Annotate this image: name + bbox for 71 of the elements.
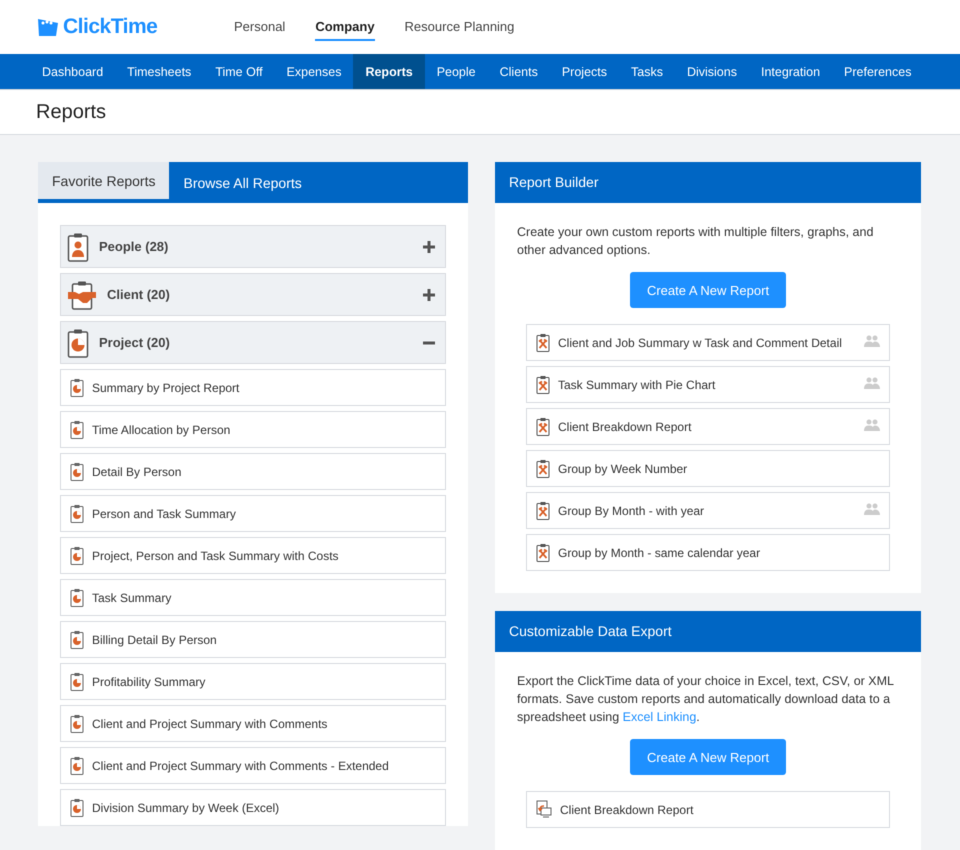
tools-clipboard-icon: [536, 333, 550, 352]
page-title: Reports: [36, 100, 108, 125]
nav-tab[interactable]: People: [424, 54, 488, 89]
tools-clipboard-icon: [536, 543, 550, 562]
top-tab[interactable]: Personal: [234, 13, 286, 41]
nav-tab[interactable]: Tasks: [619, 54, 675, 89]
category-header[interactable]: People (28): [60, 225, 446, 268]
report-item[interactable]: Person and Task Summary: [60, 495, 446, 532]
nav-tab[interactable]: Clients: [488, 54, 550, 89]
top-tab[interactable]: Company: [315, 13, 375, 41]
report-item[interactable]: Task Summary with Pie Chart: [526, 366, 890, 403]
report-item[interactable]: Client and Project Summary with Comments: [60, 705, 446, 742]
tools-clipboard-icon: [536, 459, 550, 478]
report-item[interactable]: Group By Month - with year: [526, 492, 890, 529]
report-item[interactable]: Profitability Summary: [60, 663, 446, 700]
nav-tab[interactable]: Preferences: [832, 54, 924, 89]
nav-tab[interactable]: Time Off: [203, 54, 275, 89]
expand-icon[interactable]: [423, 288, 435, 300]
pie-chart-clipboard-icon: [70, 756, 84, 775]
top-tab[interactable]: Resource Planning: [404, 13, 514, 41]
nav-tab[interactable]: Divisions: [674, 54, 749, 89]
report-item[interactable]: Client Breakdown Report: [526, 408, 890, 445]
report-item[interactable]: Time Allocation by Person: [60, 411, 446, 448]
monitor-arrow-icon: [536, 800, 552, 819]
pie-chart-clipboard-icon: [70, 672, 84, 691]
pie-chart-clipboard-icon: [70, 462, 84, 481]
report-item[interactable]: Task Summary: [60, 579, 446, 616]
pie-chart-clipboard-icon: [70, 504, 84, 523]
pie-chart-clipboard-icon: [70, 630, 84, 649]
panel-description: Create your own custom reports with multiple filters, graphs, and other advanced options.: [517, 224, 874, 259]
category-header[interactable]: Client (20): [60, 273, 446, 316]
pie-chart-clipboard-icon: [70, 420, 84, 439]
report-item[interactable]: Division Summary by Week (Excel): [60, 789, 446, 826]
report-item[interactable]: Client and Job Summary w Task and Comment Detail: [526, 324, 890, 361]
report-tab[interactable]: Browse All Reports: [169, 162, 316, 203]
people-icon: [864, 377, 880, 389]
panel-title: Report Builder: [495, 162, 921, 203]
logo-icon: [36, 16, 60, 38]
report-item[interactable]: Project, Person and Task Summary with Costs: [60, 537, 446, 574]
pie-chart-clipboard-icon: [70, 546, 84, 565]
nav-tab[interactable]: Reports: [353, 54, 425, 89]
pie-chart-clipboard-icon: [70, 588, 84, 607]
nav-tab[interactable]: Integration: [748, 54, 832, 89]
pie-chart-clipboard-icon: [67, 328, 89, 358]
report-item[interactable]: Client Breakdown Report: [526, 791, 890, 828]
report-item[interactable]: Group by Month - same calendar year: [526, 534, 890, 571]
nav-tab[interactable]: Projects: [550, 54, 619, 89]
expand-icon[interactable]: [423, 240, 435, 252]
report-item[interactable]: Billing Detail By Person: [60, 621, 446, 658]
tools-clipboard-icon: [536, 375, 550, 394]
tools-clipboard-icon: [536, 417, 550, 436]
people-icon: [864, 419, 880, 431]
people-icon: [864, 335, 880, 347]
people-icon: [864, 503, 880, 515]
category-header[interactable]: Project (20): [60, 321, 446, 364]
report-item[interactable]: Summary by Project Report: [60, 369, 446, 406]
pie-chart-clipboard-icon: [70, 798, 84, 817]
nav-tab[interactable]: Dashboard: [30, 54, 116, 89]
nav-tab[interactable]: Timesheets: [115, 54, 204, 89]
pie-chart-clipboard-icon: [70, 378, 84, 397]
panel-description: Export the ClickTime data of your choice in Excel, text, CSV, or XML formats. Save custom reports and automatically download data to a spreadsheet using Excel Linking.: [517, 673, 895, 726]
person-clipboard-icon: [67, 232, 89, 262]
tools-clipboard-icon: [536, 501, 550, 520]
pie-chart-clipboard-icon: [70, 714, 84, 733]
report-item[interactable]: Detail By Person: [60, 453, 446, 490]
report-item[interactable]: Group by Week Number: [526, 450, 890, 487]
nav-tab[interactable]: Expenses: [274, 54, 354, 89]
handshake-clipboard-icon: [67, 280, 97, 310]
logo-text: ClickTime: [63, 15, 158, 39]
report-item[interactable]: Client and Project Summary with Comments - Extended: [60, 747, 446, 784]
panel-title: Customizable Data Export: [495, 611, 921, 652]
